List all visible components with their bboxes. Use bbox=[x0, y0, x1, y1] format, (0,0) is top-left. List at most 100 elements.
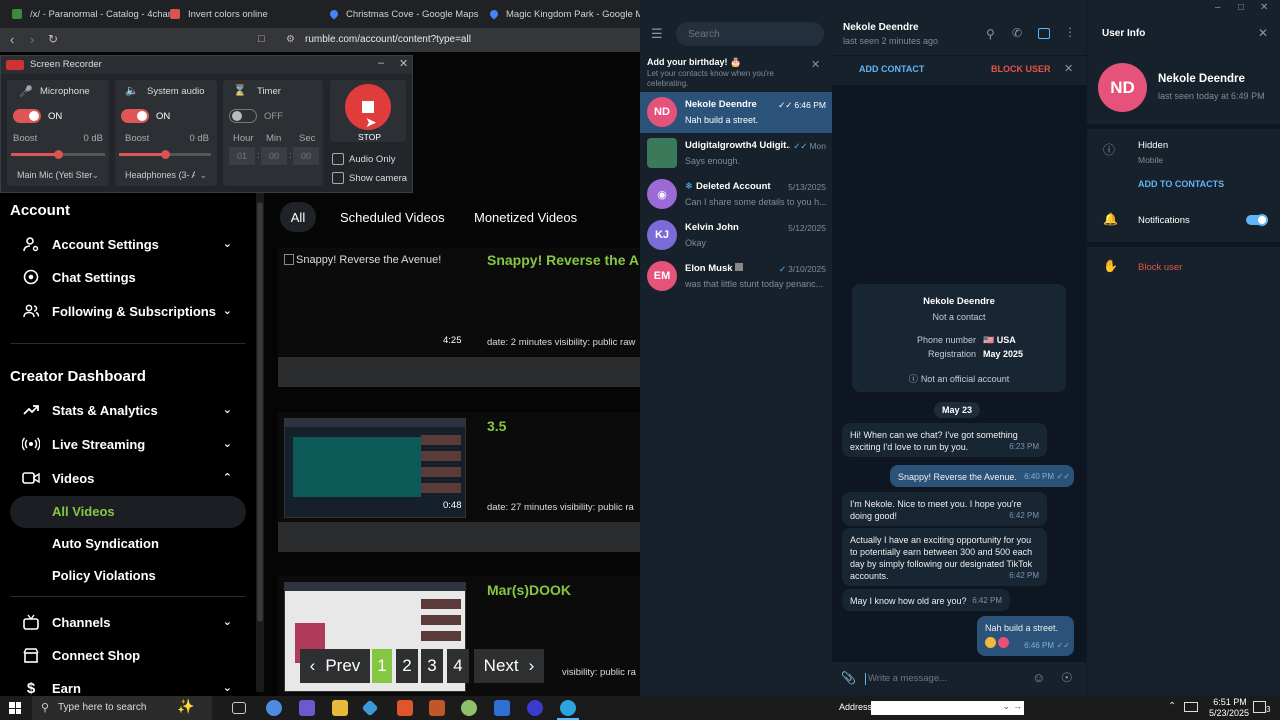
chevron-down-icon[interactable]: ⌄ bbox=[223, 615, 232, 628]
app-icon[interactable] bbox=[299, 700, 315, 716]
chevron-down-icon[interactable]: ⌄ bbox=[223, 403, 232, 416]
tab-all[interactable]: All bbox=[280, 202, 316, 232]
app-window-icon[interactable] bbox=[494, 700, 510, 716]
system-audio-toggle[interactable] bbox=[121, 109, 149, 123]
more-icon[interactable]: ⋮ bbox=[1064, 25, 1076, 39]
close-icon[interactable]: ✕ bbox=[1064, 62, 1073, 75]
birthday-banner[interactable]: Add your birthday! 🎂 Let your contacts k… bbox=[640, 52, 832, 90]
chat-item-selected[interactable]: ND Nekole Deendre ✓✓ 6:46 PM Nah build a … bbox=[640, 92, 832, 133]
sidebar-item-live[interactable]: Live Streaming ⌄ bbox=[22, 432, 242, 456]
chevron-down-icon[interactable]: ⌄ bbox=[223, 304, 232, 317]
minimize-icon[interactable]: – bbox=[378, 57, 384, 69]
chevron-down-icon[interactable]: ⌄ bbox=[223, 237, 232, 250]
windows-start-icon[interactable] bbox=[9, 702, 21, 714]
sidebar-item-account-settings[interactable]: Account Settings ⌄ bbox=[22, 232, 242, 256]
user-avatar[interactable]: ND bbox=[1098, 63, 1147, 112]
sidebar-item-chat-settings[interactable]: Chat Settings bbox=[22, 265, 242, 289]
back-icon[interactable]: ‹ bbox=[10, 33, 14, 46]
emoji-icon[interactable]: ☺ bbox=[1032, 670, 1045, 685]
site-info-icon[interactable]: ⚙ bbox=[286, 33, 295, 46]
chevron-down-icon[interactable]: ⌄ bbox=[91, 170, 99, 181]
scrollbar-thumb[interactable] bbox=[257, 202, 263, 622]
system-audio-boost-slider[interactable] bbox=[119, 150, 211, 159]
tab-monetized-videos[interactable]: Monetized Videos bbox=[474, 210, 577, 225]
message-bubble-incoming[interactable]: Actually I have an exciting opportunity … bbox=[842, 528, 1047, 586]
page-button[interactable]: 2 bbox=[396, 649, 418, 683]
emoji-reactions[interactable] bbox=[985, 637, 1009, 648]
brave-browser-icon[interactable] bbox=[397, 700, 413, 716]
window-maximize-icon[interactable]: □ bbox=[1238, 2, 1244, 13]
chevron-down-icon[interactable]: ⌄ bbox=[199, 170, 207, 181]
reload-icon[interactable]: ↻ bbox=[48, 33, 58, 46]
recorder-titlebar[interactable]: Screen Recorder – ✕ bbox=[1, 56, 412, 74]
page-button-current[interactable]: 1 bbox=[372, 649, 392, 683]
chevron-up-icon[interactable]: ⌃ bbox=[1168, 701, 1176, 712]
keyboard-icon[interactable] bbox=[1184, 702, 1198, 712]
sec-input[interactable]: 00 bbox=[293, 147, 319, 165]
menu-icon[interactable]: ☰ bbox=[651, 26, 663, 42]
phone-icon[interactable]: ✆ bbox=[1012, 26, 1022, 40]
hour-input[interactable]: 01 bbox=[229, 147, 255, 165]
close-icon[interactable]: ✕ bbox=[399, 57, 408, 70]
app-icon[interactable] bbox=[527, 700, 543, 716]
task-view-icon[interactable] bbox=[232, 702, 246, 714]
microphone-icon[interactable]: ☉ bbox=[1061, 670, 1073, 686]
url-text[interactable]: rumble.com/account/content?type=all bbox=[305, 34, 471, 45]
chat-item[interactable]: KJ Kelvin John 5/12/2025 Okay bbox=[640, 215, 832, 256]
sidebar-item-earn[interactable]: $ Earn ⌄ bbox=[22, 676, 242, 697]
sidebar-sub-all-videos[interactable]: All Videos bbox=[52, 504, 115, 519]
chevron-down-icon[interactable]: ⌄ bbox=[223, 681, 232, 694]
sidebar-item-connect-shop[interactable]: Connect Shop bbox=[22, 643, 242, 667]
close-icon[interactable]: ✕ bbox=[1258, 26, 1268, 40]
browser-tab[interactable]: Christmas Cove - Google Maps bbox=[328, 0, 479, 28]
go-arrow-icon[interactable]: → bbox=[1013, 701, 1022, 711]
window-close-icon[interactable]: ✕ bbox=[1260, 2, 1268, 13]
next-page-button[interactable]: Next › bbox=[474, 649, 544, 683]
game-icon[interactable] bbox=[429, 700, 445, 716]
message-bubble-outgoing[interactable]: Snappy! Reverse the Avenue. 6:40 PM ✓✓ bbox=[890, 465, 1074, 487]
chat-search-input[interactable] bbox=[676, 22, 824, 46]
chat-title[interactable]: Nekole Deendre bbox=[843, 22, 919, 33]
prev-page-button[interactable]: ‹ Prev bbox=[300, 649, 370, 683]
video-thumbnail-broken[interactable]: Snappy! Reverse the Avenue! bbox=[284, 254, 441, 266]
window-minimize-icon[interactable]: – bbox=[1215, 2, 1221, 13]
sidebar-sub-auto-syndication[interactable]: Auto Syndication bbox=[52, 536, 159, 551]
sidebar-sub-policy-violations[interactable]: Policy Violations bbox=[52, 568, 156, 583]
video-title[interactable]: 3.5 bbox=[487, 418, 506, 434]
message-bubble-incoming[interactable]: May I know how old are you? 6:42 PM bbox=[842, 589, 1010, 611]
sidebar-scrollbar[interactable] bbox=[256, 192, 264, 692]
sidebar-item-videos[interactable]: Videos ⌃ bbox=[22, 466, 242, 490]
copilot-icon[interactable] bbox=[266, 700, 282, 716]
add-to-contacts-button[interactable]: ADD TO CONTACTS bbox=[1138, 179, 1224, 189]
message-bubble-outgoing[interactable]: Nah build a street. 6:46 PM ✓✓ bbox=[977, 616, 1074, 656]
video-title[interactable]: Mar(s)DOOK bbox=[487, 582, 571, 598]
chevron-down-icon[interactable]: ⌄ bbox=[1002, 701, 1010, 712]
sidebar-item-channels[interactable]: Channels ⌄ bbox=[22, 610, 242, 634]
message-input[interactable]: Write a message... bbox=[868, 673, 947, 684]
clock-time[interactable]: 6:51 PM bbox=[1208, 697, 1252, 707]
chevron-down-icon[interactable]: ⌄ bbox=[223, 437, 232, 450]
system-audio-device-select[interactable]: Headphones (3- A bbox=[125, 170, 195, 180]
sidebar-item-stats[interactable]: Stats & Analytics ⌄ bbox=[22, 398, 242, 422]
chat-item[interactable]: Udigitalgrowth4 Udigit... ✓✓ Mon Says eno… bbox=[640, 133, 832, 174]
audio-only-checkbox[interactable] bbox=[332, 153, 344, 165]
slider-knob[interactable] bbox=[54, 150, 63, 159]
notifications-toggle[interactable] bbox=[1246, 214, 1268, 226]
browser-tab[interactable]: /x/ - Paranormal - Catalog - 4chan bbox=[12, 0, 173, 28]
sidebar-item-following[interactable]: Following & Subscriptions ⌄ bbox=[22, 299, 242, 323]
timer-toggle[interactable] bbox=[229, 109, 257, 123]
sidebar-item-all-videos-active[interactable] bbox=[10, 496, 246, 528]
chevron-up-icon[interactable]: ⌃ bbox=[223, 471, 232, 484]
file-explorer-icon[interactable] bbox=[332, 700, 348, 716]
chat-item[interactable]: ◉ ❄ Deleted Account 5/13/2025 Can I share… bbox=[640, 174, 832, 215]
app-icon[interactable] bbox=[461, 700, 477, 716]
slider-knob[interactable] bbox=[161, 150, 170, 159]
page-button[interactable]: 3 bbox=[421, 649, 443, 683]
search-icon[interactable]: ⚲ bbox=[986, 27, 995, 41]
block-user-button[interactable]: BLOCK USER bbox=[991, 64, 1051, 74]
forward-icon[interactable]: › bbox=[30, 33, 34, 46]
bookmark-icon[interactable]: □ bbox=[258, 33, 265, 46]
attach-icon[interactable]: 📎 bbox=[841, 671, 856, 685]
message-bubble-incoming[interactable]: Hi! When can we chat? I've got something… bbox=[842, 423, 1047, 457]
tab-scheduled-videos[interactable]: Scheduled Videos bbox=[340, 210, 445, 225]
